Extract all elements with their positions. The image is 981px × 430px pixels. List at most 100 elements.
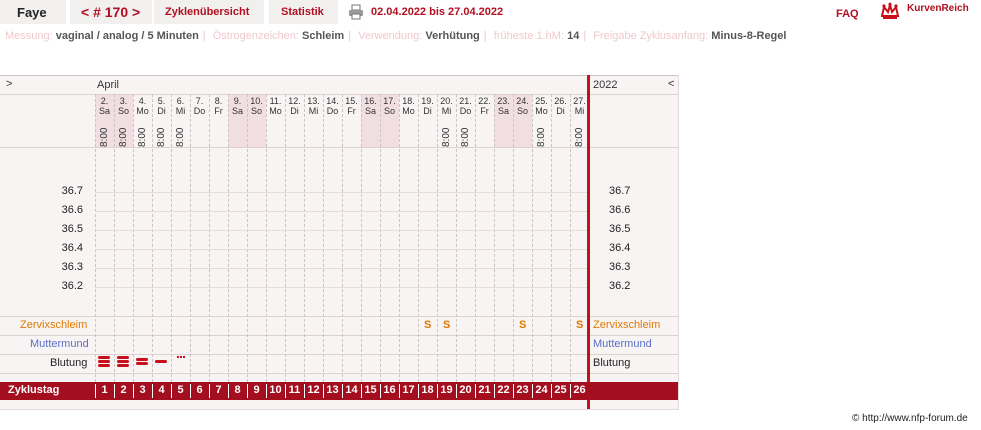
- day-column-line: [551, 94, 552, 382]
- temp-tick-left: 36.4: [61, 242, 83, 254]
- verwendung-value: Verhütung: [425, 30, 480, 42]
- cycle-day-separator: [152, 384, 153, 398]
- blutung-row-label: Blutung: [50, 357, 88, 369]
- date-label: 26. Di: [551, 96, 570, 116]
- scroll-right-button[interactable]: >: [6, 78, 12, 90]
- bleeding-mark: [98, 360, 110, 363]
- row-divider: [0, 147, 678, 148]
- date-label: 3. So: [114, 96, 133, 116]
- day-column-line: [95, 94, 96, 382]
- tab-cycle-overview-label: Zyklenübersicht: [165, 6, 250, 18]
- cycle-day-separator: [228, 384, 229, 398]
- date-label: 10. So: [247, 96, 266, 116]
- weekday: Mo: [269, 106, 282, 116]
- date-number: 10.: [250, 96, 263, 106]
- chart-top-border: [0, 75, 678, 76]
- date-number: 14.: [326, 96, 339, 106]
- cycle-day-number: 24: [535, 384, 548, 396]
- date-number: 22.: [478, 96, 491, 106]
- date-label: 6. Mi: [171, 96, 190, 116]
- cycle-day-number: 17: [402, 384, 415, 396]
- brand-name[interactable]: KurvenReich: [907, 3, 969, 14]
- date-number: 24.: [516, 96, 529, 106]
- temp-tick-right: 36.3: [609, 261, 631, 273]
- cycle-number[interactable]: < # 170 >: [81, 4, 140, 20]
- date-number: 9.: [233, 96, 242, 106]
- weekday: So: [383, 106, 395, 116]
- zyklustag-label: Zyklustag: [8, 384, 60, 396]
- cycle-day-separator: [247, 384, 248, 398]
- day-column-line: [532, 94, 533, 382]
- weekday: Sa: [231, 106, 243, 116]
- day-column-line: [494, 94, 495, 382]
- temp-gridline: [95, 249, 589, 250]
- cycle-day-number: 14: [345, 384, 358, 396]
- cycle-day-separator: [266, 384, 267, 398]
- day-column-line: [361, 94, 362, 382]
- date-label: 4. Mo: [133, 96, 152, 116]
- date-label: 11. Mo: [266, 96, 285, 116]
- zervix-mark: S: [519, 319, 527, 331]
- temp-tick-right: 36.6: [609, 204, 631, 216]
- temp-tick-left: 36.7: [61, 185, 83, 197]
- measure-time: 8:00: [441, 127, 452, 147]
- temp-tick-right: 36.7: [609, 185, 631, 197]
- day-column-line: [456, 94, 457, 382]
- bleeding-mark: [136, 358, 148, 361]
- cycle-day-separator: [190, 384, 191, 398]
- measure-time: 8:00: [156, 127, 167, 147]
- date-label: 25. Mo: [532, 96, 551, 116]
- row-divider: [0, 335, 678, 336]
- date-label: 2. Sa: [95, 96, 114, 116]
- scroll-left-button[interactable]: <: [668, 78, 674, 90]
- weekday: So: [117, 106, 129, 116]
- weekday: Sa: [364, 106, 376, 116]
- day-column-line: [323, 94, 324, 382]
- date-label: 22. Fr: [475, 96, 494, 116]
- freigabe-value: Minus-8-Regel: [711, 30, 787, 42]
- cycle-day-separator: [342, 384, 343, 398]
- weekday: Mo: [402, 106, 415, 116]
- date-number: 12.: [288, 96, 301, 106]
- date-number: 19.: [421, 96, 434, 106]
- row-divider: [0, 373, 678, 374]
- measure-time: 8:00: [574, 127, 585, 147]
- cycle-day-number: 4: [158, 384, 165, 396]
- cycle-day-number: 15: [364, 384, 377, 396]
- user-tab[interactable]: Faye: [0, 0, 66, 24]
- month-label: April: [97, 79, 120, 91]
- cycle-day-number: 1: [101, 384, 108, 396]
- tab-statistics[interactable]: Statistik: [269, 0, 338, 24]
- date-number: 6.: [176, 96, 185, 106]
- crown-logo-icon[interactable]: [880, 2, 900, 22]
- temp-tick-left: 36.2: [61, 280, 83, 292]
- date-label: 19. Di: [418, 96, 437, 116]
- tab-cycle-overview[interactable]: Zyklenübersicht: [154, 0, 264, 24]
- cycle-day-number: 18: [421, 384, 434, 396]
- cycle-day-separator: [513, 384, 514, 398]
- oestrogen-label: Östrogenzeichen:: [212, 30, 299, 42]
- cycle-day-bar: Zyklustag 1 2 3 4 5 6 7 8 9 10 11 12 13 14 15 16 17 18 19 2…: [0, 382, 678, 400]
- date-number: 18.: [402, 96, 415, 106]
- tab-statistics-label: Statistik: [281, 6, 324, 18]
- date-label: 20. Mi: [437, 96, 456, 116]
- date-number: 5.: [157, 96, 166, 106]
- cycle-day-number: 5: [177, 384, 184, 396]
- date-range: 02.04.2022 bis 27.04.2022: [371, 6, 504, 18]
- measure-time: 8:00: [118, 127, 129, 147]
- date-label: 23. Sa: [494, 96, 513, 116]
- bleeding-spot: [183, 356, 185, 358]
- day-column-line: [513, 94, 514, 382]
- weekday: Fr: [214, 106, 223, 116]
- temp-tick-right: 36.5: [609, 223, 631, 235]
- printer-icon[interactable]: [348, 4, 364, 20]
- measurement-info: Messung: vaginal / analog / 5 Minuten | Ö…: [5, 30, 787, 42]
- temp-tick-right: 36.2: [609, 280, 631, 292]
- faq-link[interactable]: FAQ: [836, 8, 859, 20]
- cycle-day-separator: [475, 384, 476, 398]
- cycle-navigation[interactable]: < # 170 >: [70, 0, 152, 24]
- cycle-day-separator: [494, 384, 495, 398]
- day-column-line: [266, 94, 267, 382]
- cycle-day-number: 26: [573, 384, 586, 396]
- temp-gridline: [95, 230, 589, 231]
